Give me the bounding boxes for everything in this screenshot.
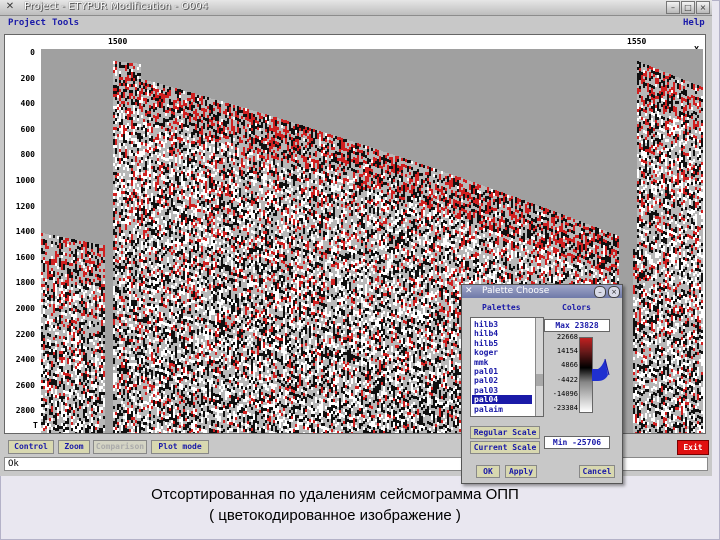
x-tick-1550: 1550 <box>627 37 646 46</box>
zoom-button[interactable]: Zoom <box>58 440 90 454</box>
menu-bar: Project Tools Help <box>0 16 712 32</box>
minimize-button[interactable]: – <box>666 1 680 14</box>
x-tick-1500: 1500 <box>108 37 127 46</box>
palette-item[interactable]: pal02 <box>474 376 532 385</box>
dialog-title: Palette Choose <box>482 286 549 296</box>
dialog-minimize-button[interactable]: – <box>594 286 606 298</box>
regular-scale-button[interactable]: Regular Scale <box>470 426 540 439</box>
t-axis-label: T <box>33 421 38 430</box>
caption-line-2: ( цветокодированное изображение ) <box>0 507 670 524</box>
color-tick-label: 22668 <box>557 333 578 341</box>
min-value-field[interactable]: Min -25706 <box>544 436 610 449</box>
y-tick-label: 1000 <box>5 176 35 185</box>
menu-tools[interactable]: Tools <box>52 18 79 28</box>
max-value-field[interactable]: Max 23828 <box>544 319 610 332</box>
y-tick-label: 800 <box>5 150 35 159</box>
caption-line-1: Отсортированная по удалениям сейсмограмм… <box>0 486 670 503</box>
title-bar[interactable]: ✕ Project - ETYPUR Modification - O004 –… <box>0 0 712 16</box>
palette-item[interactable]: hilb5 <box>474 339 532 348</box>
palettes-heading: Palettes <box>482 303 521 312</box>
y-tick-label: 2600 <box>5 381 35 390</box>
y-tick-label: 2800 <box>5 406 35 415</box>
window-title: Project - ETYPUR Modification - O004 <box>24 1 208 12</box>
exit-button[interactable]: Exit <box>677 440 709 455</box>
palette-item[interactable]: pal04 <box>472 395 532 404</box>
palette-item[interactable]: hilb4 <box>474 329 532 338</box>
menu-help[interactable]: Help <box>683 18 705 28</box>
color-tick-label: 14154 <box>557 347 578 355</box>
palette-item[interactable]: pal01 <box>474 367 532 376</box>
ok-button[interactable]: OK <box>476 465 500 478</box>
close-button[interactable]: × <box>696 1 710 14</box>
dialog-close-button[interactable]: × <box>608 286 620 298</box>
y-tick-label: 0 <box>5 48 35 57</box>
y-tick-label: 2400 <box>5 355 35 364</box>
palette-item[interactable]: pal03 <box>474 386 532 395</box>
scrollbar-thumb[interactable] <box>536 374 543 386</box>
palette-dialog: ✕ Palette Choose – × Palettes Colors hil… <box>461 284 623 484</box>
palette-item[interactable]: mmk <box>474 358 532 367</box>
color-tick-label: -14096 <box>553 390 578 398</box>
colors-heading: Colors <box>562 303 591 312</box>
palette-item[interactable]: palaim <box>474 405 532 414</box>
color-tick-label: 4866 <box>561 361 578 369</box>
cancel-button[interactable]: Cancel <box>579 465 615 478</box>
y-tick-label: 2200 <box>5 330 35 339</box>
palette-item[interactable]: hilb3 <box>474 320 532 329</box>
color-tick-label: -23384 <box>553 404 578 412</box>
current-scale-button[interactable]: Current Scale <box>470 441 540 454</box>
y-tick-label: 2000 <box>5 304 35 313</box>
color-tick-label: -4422 <box>557 376 578 384</box>
y-tick-label: 1800 <box>5 278 35 287</box>
color-scale-panel: Max 23828 22668 14154 4866 -4422 -14096 -2338… <box>544 317 616 415</box>
y-tick-label: 600 <box>5 125 35 134</box>
color-gradient-bar <box>579 337 593 413</box>
comparison-button[interactable]: Comparison <box>93 440 147 454</box>
y-tick-label: 200 <box>5 74 35 83</box>
y-tick-label: 1400 <box>5 227 35 236</box>
y-tick-label: 1200 <box>5 202 35 211</box>
y-tick-label: 1600 <box>5 253 35 262</box>
app-icon: ✕ <box>3 1 17 13</box>
control-button[interactable]: Control <box>8 440 54 454</box>
dialog-icon: ✕ <box>465 286 473 296</box>
palette-list[interactable]: hilb3 hilb4 hilb5 koger mmk pal01 pal02 pal03 pa… <box>470 317 544 417</box>
maximize-button[interactable]: □ <box>681 1 695 14</box>
y-tick-label: 400 <box>5 99 35 108</box>
apply-button[interactable]: Apply <box>505 465 537 478</box>
palette-list-scrollbar[interactable] <box>535 318 543 416</box>
menu-project[interactable]: Project <box>8 18 46 28</box>
palette-item[interactable]: koger <box>474 348 532 357</box>
histogram-icon <box>592 337 614 413</box>
dialog-title-bar[interactable]: ✕ Palette Choose – × <box>462 285 622 298</box>
plot-mode-button[interactable]: Plot mode <box>151 440 209 454</box>
